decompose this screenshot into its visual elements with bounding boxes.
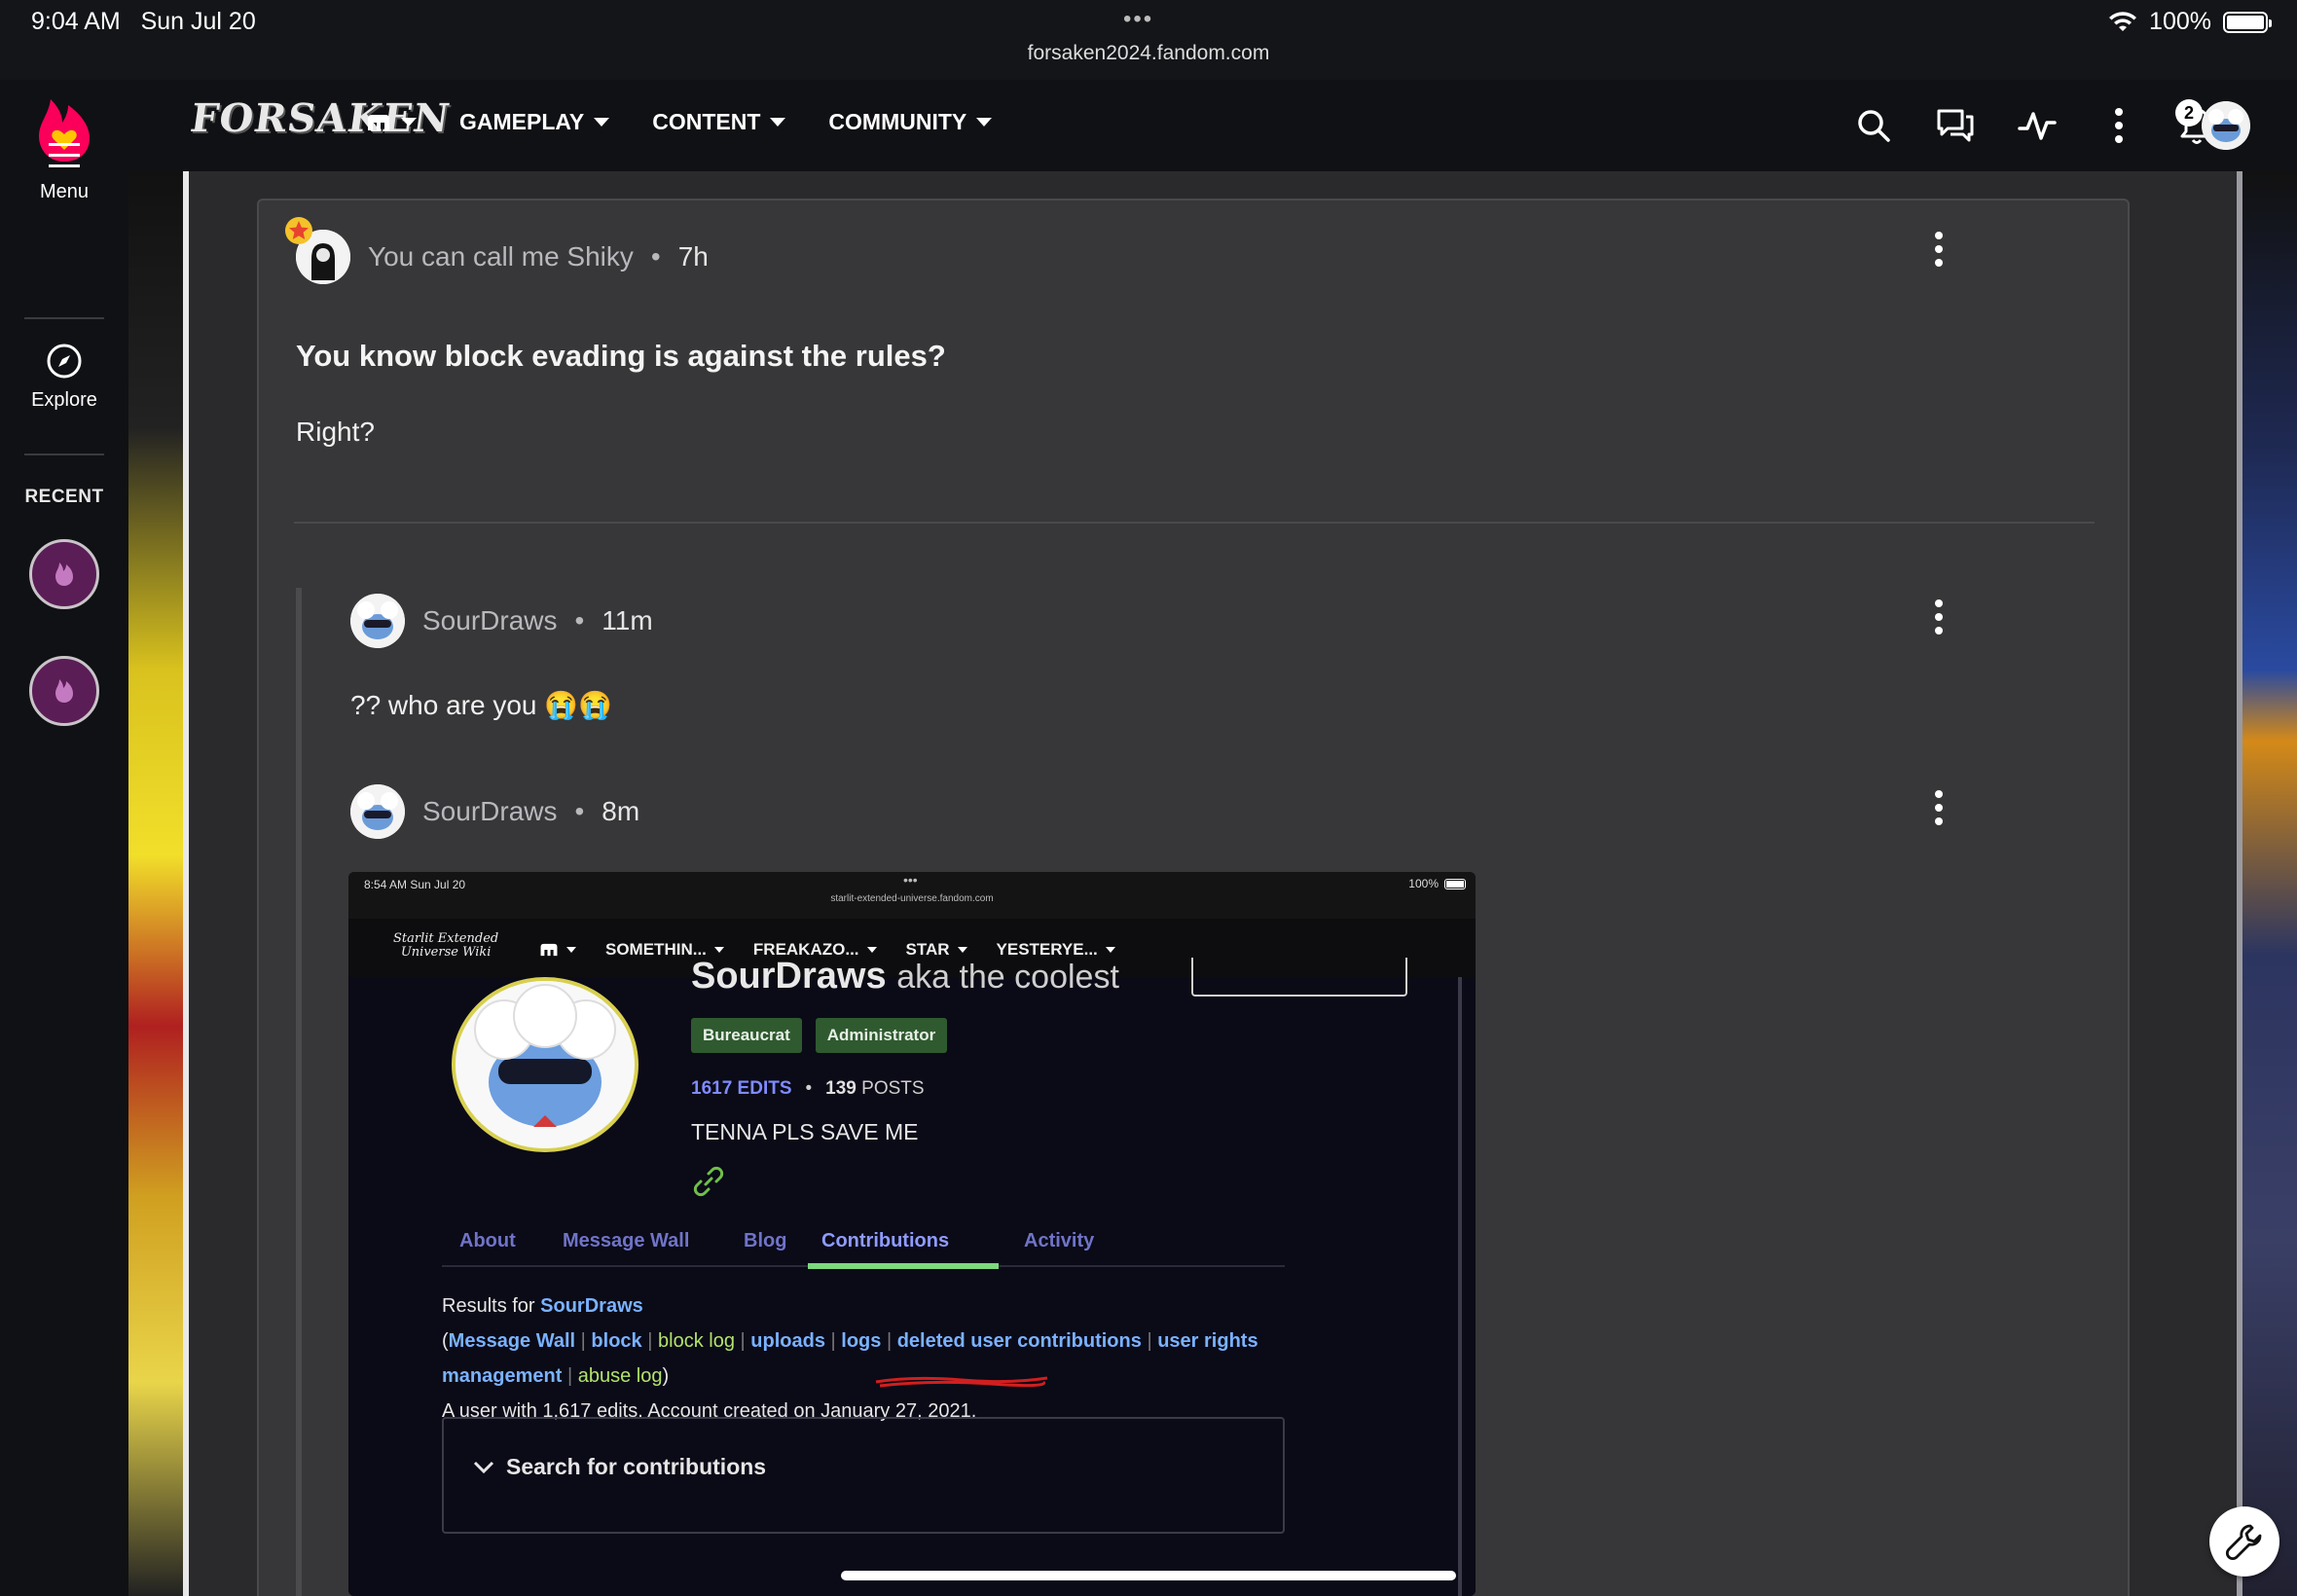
- nav-menu: GAMEPLAY CONTENT COMMUNITY: [366, 109, 993, 135]
- wrench-icon: [2225, 1524, 2262, 1561]
- embed-user-bio: TENNA PLS SAVE ME: [691, 1119, 919, 1144]
- rail-divider: [24, 317, 104, 319]
- avatar-image-icon: [2202, 101, 2250, 150]
- avatar-image-icon: [350, 784, 405, 839]
- separator-dot: •: [574, 796, 585, 826]
- background-frame-right: [2237, 171, 2242, 1596]
- home-indicator[interactable]: [841, 1571, 1456, 1580]
- author-avatar[interactable]: [285, 217, 350, 284]
- status-time: 9:04 AM Sun Jul 20: [31, 8, 256, 35]
- embed-profile-tabs: About Message Wall Blog Contributions Ac…: [442, 1224, 1285, 1269]
- post-time[interactable]: 7h: [678, 241, 709, 272]
- reply-item: SourDraws • 11m ?? who are you 😭😭: [296, 588, 2096, 779]
- embed-user-tags: Bureaucrat Administrator: [691, 1018, 948, 1053]
- reply-more-options-button[interactable]: [1929, 788, 1949, 827]
- background-frame-left: [183, 171, 189, 1596]
- search-icon: [1858, 110, 1890, 142]
- background-art-left: [128, 171, 187, 1596]
- nav-wiki-menu[interactable]: [366, 109, 417, 135]
- reply-header: SourDraws • 8m: [350, 784, 639, 839]
- activity-icon: [2018, 112, 2057, 140]
- reply-header: SourDraws • 11m: [350, 594, 653, 648]
- wiki-top-nav: FORSAKEN GAMEPLAY CONTENT COMMUNITY 2: [128, 80, 2297, 171]
- embed-profile-name: SourDraws aka the coolest: [691, 956, 1119, 997]
- status-bar: 9:04 AM Sun Jul 20 ••• forsaken2024.fand…: [0, 0, 2297, 80]
- background-art-right: [2239, 171, 2297, 1596]
- red-scribble-mark: [875, 1376, 1048, 1388]
- notification-badge: 2: [2175, 99, 2203, 127]
- star-badge-icon: [285, 217, 312, 244]
- rail-explore[interactable]: Explore: [0, 343, 128, 412]
- embed-wiki-logo: Starlit Extended Universe Wiki: [393, 931, 499, 960]
- battery-icon: [2223, 11, 2272, 33]
- separator-dot: •: [650, 241, 661, 272]
- chevron-down-icon: [770, 118, 786, 127]
- post-header: You can call me Shiky • 7h: [285, 217, 709, 284]
- embed-contributions-results: Results for SourDraws (Message Wall | bl…: [442, 1295, 1258, 1422]
- embed-user-stats: 1617 EDITS • 139 POSTS: [691, 1078, 925, 1099]
- tools-button[interactable]: [2209, 1506, 2279, 1577]
- rail-divider: [24, 453, 104, 455]
- embed-profile: SourDraws aka the coolest Bureaucrat Adm…: [348, 956, 1476, 1596]
- recent-wiki-2[interactable]: [29, 656, 99, 726]
- battery-percent: 100%: [2149, 8, 2211, 35]
- left-rail: Menu Explore RECENT: [0, 80, 128, 1596]
- rail-menu[interactable]: Menu: [0, 140, 128, 203]
- nav-content[interactable]: CONTENT: [652, 109, 786, 135]
- discussions-icon: [1937, 109, 1974, 142]
- reply-author-avatar[interactable]: [350, 594, 405, 648]
- nav-gameplay[interactable]: GAMEPLAY: [459, 109, 610, 135]
- compass-icon: [47, 344, 82, 379]
- recent-wiki-1[interactable]: [29, 539, 99, 609]
- status-right: 100%: [2108, 8, 2272, 36]
- fandom-flame-icon: [55, 562, 73, 586]
- embed-edit-profile-button: [1191, 958, 1407, 997]
- discussions-button[interactable]: [1931, 101, 1980, 150]
- search-button[interactable]: [1849, 101, 1898, 150]
- embed-status-bar: 8:54 AM Sun Jul 20 ••• starlit-extended-…: [348, 872, 1476, 919]
- kebab-icon: [2109, 106, 2129, 145]
- nav-community[interactable]: COMMUNITY: [828, 109, 993, 135]
- embed-profile-avatar: [452, 977, 638, 1152]
- more-button[interactable]: [2095, 101, 2143, 150]
- avatar-image-icon: [350, 594, 405, 648]
- recent-heading: RECENT: [24, 487, 104, 507]
- user-avatar[interactable]: [2202, 101, 2250, 150]
- embed-search-contributions: Search for contributions: [442, 1417, 1285, 1534]
- activity-button[interactable]: [2013, 101, 2061, 150]
- separator-dot: •: [574, 605, 585, 635]
- link-icon: [693, 1166, 724, 1197]
- post-divider: [294, 522, 2095, 524]
- multitask-dots[interactable]: •••: [1123, 6, 1153, 33]
- reply-author-avatar[interactable]: [350, 784, 405, 839]
- fandom-flame-icon: [55, 679, 73, 703]
- reply-author[interactable]: SourDraws: [422, 796, 557, 827]
- wifi-icon: [2109, 11, 2137, 31]
- post-title: You know block evading is against the ru…: [296, 339, 946, 373]
- reply-time[interactable]: 11m: [602, 605, 652, 636]
- post-body: Right?: [296, 417, 375, 447]
- menu-icon: [49, 143, 80, 167]
- url-label[interactable]: forsaken2024.fandom.com: [0, 42, 2297, 65]
- reply-time[interactable]: 8m: [602, 796, 639, 827]
- post-author[interactable]: You can call me Shiky: [368, 241, 634, 272]
- wiki-home-icon: [368, 114, 389, 130]
- reply-text: ?? who are you 😭😭: [350, 690, 612, 720]
- reply-author[interactable]: SourDraws: [422, 605, 557, 636]
- chevron-down-icon: [401, 118, 417, 127]
- reply-more-options-button[interactable]: [1929, 598, 1949, 636]
- chevron-down-icon: [976, 118, 993, 127]
- chevron-down-icon: [594, 118, 610, 127]
- reply-image-attachment[interactable]: 8:54 AM Sun Jul 20 ••• starlit-extended-…: [348, 872, 1476, 1596]
- post-more-options-button[interactable]: [1929, 230, 1949, 269]
